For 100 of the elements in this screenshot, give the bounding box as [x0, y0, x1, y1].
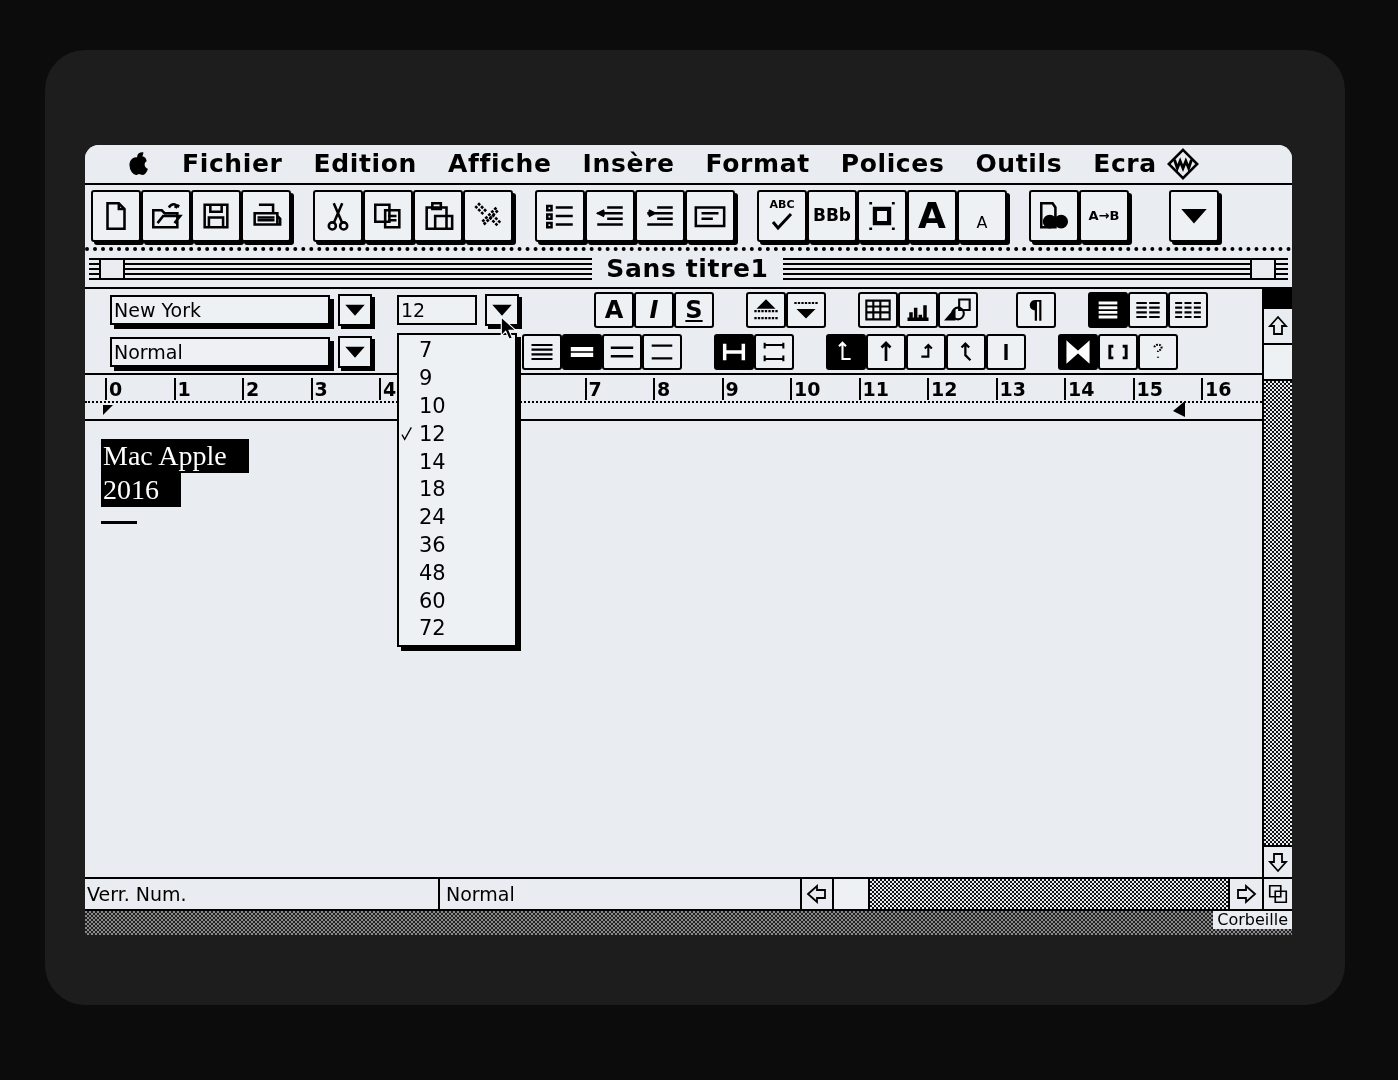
- right-tab-button[interactable]: [906, 334, 946, 370]
- align-right-button[interactable]: [642, 334, 682, 370]
- chart-button[interactable]: [898, 292, 938, 328]
- ruler-number: 7: [584, 378, 602, 400]
- down-arrow-icon: [1266, 850, 1290, 874]
- align-center-button[interactable]: [602, 334, 642, 370]
- folder-button[interactable]: [141, 190, 191, 242]
- menu-item[interactable]: Affiche: [447, 145, 552, 183]
- menu-item[interactable]: Edition: [313, 145, 417, 183]
- num-lock-status: Verr. Num.: [85, 879, 440, 909]
- table-button[interactable]: [858, 292, 898, 328]
- horizontal-scroll-thumb[interactable]: [834, 879, 870, 909]
- scissors-button[interactable]: [313, 190, 363, 242]
- brackets-button[interactable]: [1098, 334, 1138, 370]
- three-columns-button[interactable]: [1168, 292, 1208, 328]
- vertical-scrollbar[interactable]: [1262, 289, 1292, 877]
- size-field[interactable]: 12: [397, 295, 477, 325]
- size-menu-item[interactable]: 18: [399, 476, 515, 504]
- italic-button[interactable]: I: [634, 292, 674, 328]
- zoom-box[interactable]: [1250, 258, 1276, 280]
- decimal-tab-button[interactable]: [946, 334, 986, 370]
- align-right-icon: [649, 343, 675, 361]
- size-menu-item[interactable]: 48: [399, 559, 515, 588]
- ruler-number: 11: [858, 378, 889, 400]
- menu-item[interactable]: Insère: [582, 145, 675, 183]
- size-menu-item[interactable]: 10: [399, 392, 515, 421]
- superscript-button[interactable]: [746, 292, 786, 328]
- frame-button[interactable]: [685, 190, 735, 242]
- scroll-thumb[interactable]: [1264, 345, 1292, 381]
- double-spacing-button[interactable]: [754, 334, 794, 370]
- left-indent-marker[interactable]: [103, 405, 115, 417]
- size-menu-item[interactable]: 9: [399, 364, 515, 393]
- indent-button[interactable]: [635, 190, 685, 242]
- clipboard-button[interactable]: [413, 190, 463, 242]
- copy-button[interactable]: [363, 190, 413, 242]
- subscript-button[interactable]: [786, 292, 826, 328]
- menu-item[interactable]: Polices: [840, 145, 945, 183]
- right-arrow-icon: [1234, 882, 1258, 906]
- toolbar-dropdown-button[interactable]: [1169, 190, 1219, 242]
- ruler-number: 2: [242, 378, 260, 400]
- size-box-icon: [1267, 883, 1289, 905]
- bowtie-button[interactable]: [1058, 334, 1098, 370]
- align-center-icon: [609, 345, 635, 359]
- app-menu[interactable]: [1165, 147, 1200, 181]
- close-box[interactable]: [99, 258, 125, 280]
- new-button[interactable]: [91, 190, 141, 242]
- left-tab-button[interactable]: [826, 334, 866, 370]
- bowtie-icon: [1064, 338, 1092, 366]
- pilcrow-button[interactable]: ¶: [1016, 292, 1056, 328]
- underline-button[interactable]: S: [674, 292, 714, 328]
- size-menu-item[interactable]: 12: [399, 420, 515, 449]
- ruler-number: 16: [1201, 378, 1232, 400]
- ruler-number: 0: [105, 378, 123, 400]
- shrink-font-button[interactable]: A: [957, 190, 1007, 242]
- size-dropdown-button[interactable]: [485, 294, 519, 326]
- font-dropdown-button[interactable]: [338, 294, 372, 326]
- one-column-button[interactable]: [1088, 292, 1128, 328]
- left-arrow-icon: [805, 882, 829, 906]
- dotted-button[interactable]: [1138, 334, 1178, 370]
- ruler-number: 13: [995, 378, 1026, 400]
- floppy-disk-button[interactable]: [191, 190, 241, 242]
- bold-button[interactable]: A: [594, 292, 634, 328]
- ruler-number: 12: [927, 378, 958, 400]
- two-columns-button[interactable]: [1128, 292, 1168, 328]
- justify-button[interactable]: [522, 334, 562, 370]
- trash-label[interactable]: Corbeille: [1213, 911, 1292, 929]
- ruler-number: 9: [721, 378, 739, 400]
- single-spacing-button[interactable]: [714, 334, 754, 370]
- up-arrow-icon: [1266, 314, 1290, 338]
- outdent-button[interactable]: [585, 190, 635, 242]
- menu-item[interactable]: Fichier: [182, 145, 283, 183]
- menu-item[interactable]: Format: [705, 145, 810, 183]
- size-menu-item[interactable]: 24: [399, 503, 515, 532]
- border-button[interactable]: [857, 190, 907, 242]
- window-title: Sans titre1: [606, 253, 769, 286]
- decimal-tab-icon: [959, 341, 973, 363]
- size-menu-item[interactable]: 36: [399, 531, 515, 560]
- right-indent-marker[interactable]: [1173, 401, 1185, 417]
- align-left-button[interactable]: [562, 334, 602, 370]
- size-menu-item[interactable]: 7: [399, 337, 515, 365]
- font-style-button[interactable]: BBb: [807, 190, 857, 242]
- size-menu-item[interactable]: 60: [399, 587, 515, 615]
- size-menu-item[interactable]: 14: [399, 448, 515, 476]
- menu-item[interactable]: Outils: [975, 145, 1063, 183]
- style-status: Normal: [445, 881, 516, 907]
- spell-check-button[interactable]: ABC: [757, 190, 807, 242]
- find-button[interactable]: [1029, 190, 1079, 242]
- brush-button[interactable]: [463, 190, 513, 242]
- printer-button[interactable]: [241, 190, 291, 242]
- menu-item[interactable]: Ecra: [1093, 145, 1157, 183]
- size-menu-item[interactable]: 72: [399, 614, 515, 643]
- grow-font-button[interactable]: A: [907, 190, 957, 242]
- center-tab-button[interactable]: [866, 334, 906, 370]
- center-tab-icon: [880, 341, 892, 363]
- ruler-number: 14: [1064, 378, 1095, 400]
- replace-button[interactable]: A→B: [1079, 190, 1129, 242]
- style-dropdown-button[interactable]: [338, 336, 372, 368]
- drawing-button[interactable]: [938, 292, 978, 328]
- bulleted-list-button[interactable]: [535, 190, 585, 242]
- bar-tab-button[interactable]: [986, 334, 1026, 370]
